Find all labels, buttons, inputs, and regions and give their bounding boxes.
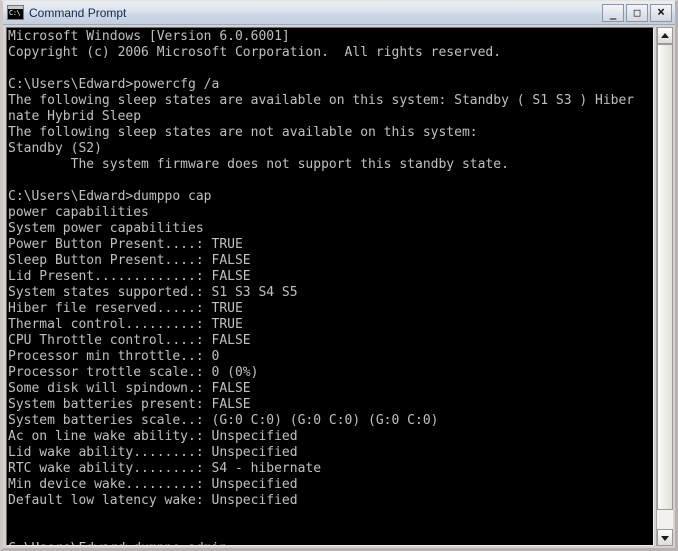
scroll-up-button[interactable] [657, 27, 673, 44]
maximize-icon: □ [633, 5, 641, 19]
title-bar[interactable]: C:\ Command Prompt _ □ × [3, 1, 675, 25]
console-frame: Microsoft Windows [Version 6.0.6001] Cop… [6, 27, 654, 546]
icon-prompt-text: C:\ [9, 9, 21, 17]
scroll-down-button[interactable] [657, 529, 673, 546]
close-icon: × [657, 4, 665, 20]
maximize-button[interactable]: □ [626, 3, 648, 22]
vertical-scrollbar[interactable] [656, 27, 673, 546]
window-title: Command Prompt [29, 5, 127, 20]
console-output[interactable]: Microsoft Windows [Version 6.0.6001] Cop… [7, 28, 653, 545]
minimize-icon: _ [609, 6, 617, 20]
window-controls: _ □ × [602, 3, 673, 22]
scroll-down-arrow-icon [661, 535, 669, 541]
scrollbar-thumb[interactable] [657, 44, 673, 510]
window-client-area: Microsoft Windows [Version 6.0.6001] Cop… [3, 25, 675, 548]
command-prompt-window: C:\ Command Prompt _ □ × Microsoft Windo… [0, 0, 678, 551]
minimize-button[interactable]: _ [602, 3, 624, 22]
close-button[interactable]: × [650, 3, 672, 22]
command-prompt-icon[interactable]: C:\ [7, 5, 24, 20]
scroll-up-arrow-icon [661, 32, 669, 38]
scrollbar-track[interactable] [657, 44, 673, 529]
